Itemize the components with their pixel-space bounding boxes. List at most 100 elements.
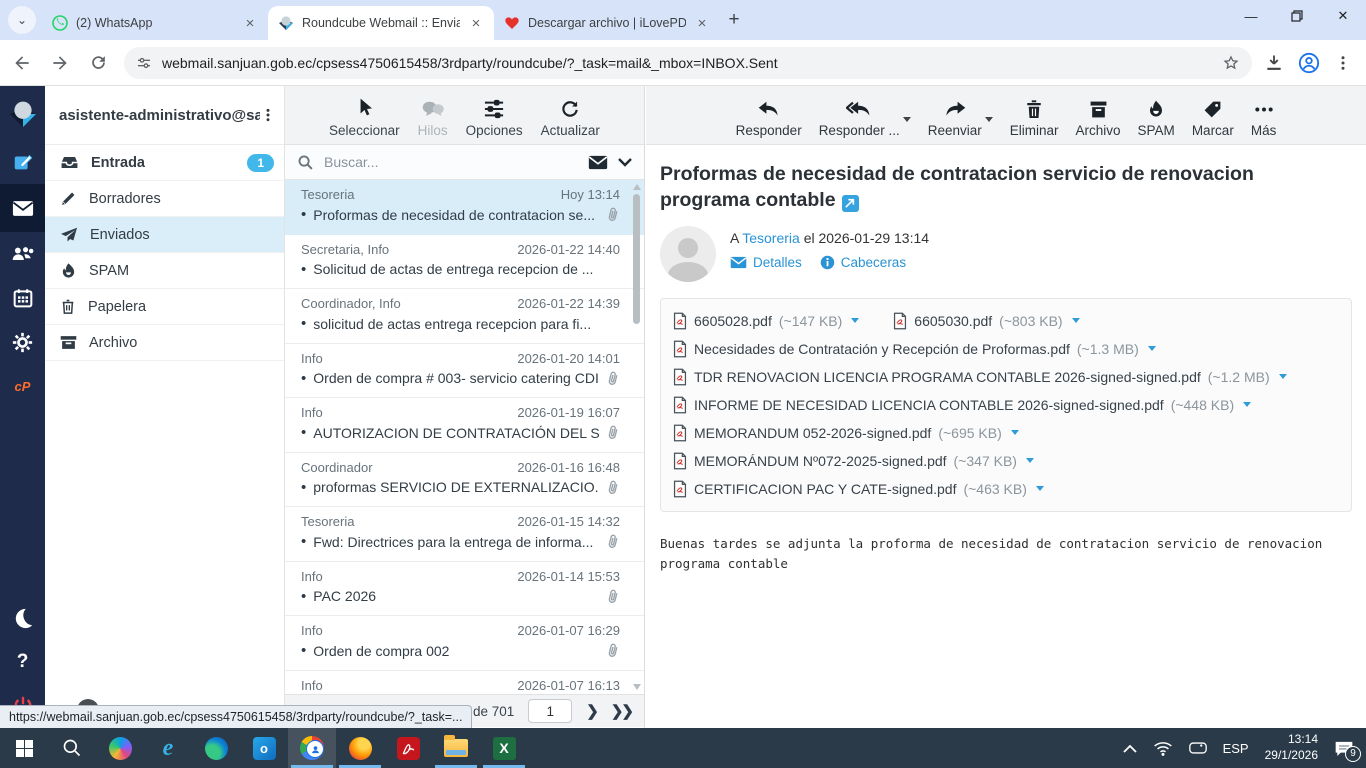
mail-nav-button[interactable] — [0, 184, 45, 232]
site-settings-icon[interactable] — [136, 55, 152, 71]
sidebar-item-enviados[interactable]: Enviados — [45, 217, 284, 253]
reload-button[interactable] — [82, 47, 114, 79]
reply-all-button[interactable]: Responder ... — [819, 100, 900, 138]
wifi-icon[interactable] — [1153, 741, 1173, 756]
attachment-item[interactable]: 6605030.pdf (~803 KB) — [893, 307, 1080, 335]
attachment-menu-caret[interactable] — [1243, 402, 1252, 408]
dark-mode-moon-icon[interactable] — [0, 596, 45, 640]
taskbar-search-button[interactable] — [48, 728, 96, 768]
profile-avatar-icon[interactable] — [1298, 52, 1320, 74]
headers-toggle[interactable]: Cabeceras — [820, 255, 906, 270]
taskbar-outlook[interactable]: o — [240, 728, 288, 768]
taskbar-acrobat[interactable] — [384, 728, 432, 768]
bookmark-star-icon[interactable] — [1222, 54, 1240, 72]
tab-search-button[interactable]: ⌄ — [8, 6, 36, 34]
sidebar-item-spam[interactable]: SPAM — [45, 253, 284, 289]
tab-close-icon[interactable]: × — [242, 15, 258, 32]
list-item[interactable]: Info 2026-01-14 15:53 • PAC 2026 — [285, 562, 644, 616]
window-minimize-button[interactable]: — — [1228, 0, 1274, 32]
mark-button[interactable]: Marcar — [1192, 100, 1234, 138]
list-item[interactable]: Tesoreria Hoy 13:14 • Proformas de neces… — [285, 180, 644, 235]
compose-button[interactable] — [0, 140, 45, 184]
spam-button[interactable]: SPAM — [1138, 99, 1175, 138]
taskbar-edge[interactable] — [192, 728, 240, 768]
back-button[interactable] — [6, 47, 38, 79]
list-item[interactable]: Coordinador, Info 2026-01-22 14:39 • sol… — [285, 289, 644, 344]
url-text[interactable]: webmail.sanjuan.gob.ec/cpsess4750615458/… — [162, 55, 1212, 71]
open-in-new-window-icon[interactable] — [841, 194, 859, 212]
downloads-icon[interactable] — [1264, 53, 1284, 73]
reply-all-menu-caret[interactable] — [902, 117, 911, 122]
tab-close-icon[interactable]: × — [694, 15, 710, 32]
forward-button[interactable]: Reenviar — [928, 100, 982, 138]
attachment-menu-caret[interactable] — [1025, 458, 1034, 464]
tray-chevron-up-icon[interactable] — [1122, 744, 1137, 753]
address-bar[interactable]: webmail.sanjuan.gob.ec/cpsess4750615458/… — [124, 46, 1252, 79]
attachment-menu-caret[interactable] — [1035, 486, 1044, 492]
tab-roundcube[interactable]: Roundcube Webmail :: Enviados × — [268, 6, 494, 40]
archive-button[interactable]: Archivo — [1076, 100, 1121, 138]
taskbar-chrome[interactable] — [288, 728, 336, 768]
settings-nav-button[interactable] — [0, 320, 45, 364]
attachment-menu-caret[interactable] — [1010, 430, 1019, 436]
forward-button[interactable] — [44, 47, 76, 79]
select-button[interactable]: Seleccionar — [329, 97, 400, 138]
sidebar-item-papelera[interactable]: Papelera — [45, 289, 284, 325]
attachment-item[interactable]: MEMORÁNDUM Nº072-2025-signed.pdf (~347 K… — [673, 447, 1034, 475]
recipient-link[interactable]: Tesoreria — [742, 230, 800, 246]
taskbar-copilot[interactable] — [96, 728, 144, 768]
forward-menu-caret[interactable] — [984, 117, 993, 122]
attachment-item[interactable]: INFORME DE NECESIDAD LICENCIA CONTABLE 2… — [673, 391, 1252, 419]
search-scope-mail-icon[interactable] — [588, 155, 608, 170]
tab-whatsapp[interactable]: (2) WhatsApp × — [42, 6, 268, 40]
sidebar-item-borradores[interactable]: Borradores — [45, 181, 284, 217]
list-item[interactable]: Coordinador 2026-01-16 16:48 • proformas… — [285, 453, 644, 507]
list-item[interactable]: Secretaria, Info 2026-01-22 14:40 • Soli… — [285, 235, 644, 289]
list-item[interactable]: Tesoreria 2026-01-15 14:32 • Fwd: Direct… — [285, 507, 644, 562]
attachment-menu-caret[interactable] — [1278, 374, 1287, 380]
attachment-item[interactable]: TDR RENOVACION LICENCIA PROGRAMA CONTABL… — [673, 363, 1287, 391]
last-page-icon[interactable]: ❯❯ — [611, 702, 634, 720]
list-item[interactable]: Info 2026-01-20 14:01 • Orden de compra … — [285, 344, 644, 398]
language-indicator[interactable]: ESP — [1223, 741, 1249, 756]
delete-button[interactable]: Eliminar — [1010, 99, 1059, 138]
options-button[interactable]: Opciones — [466, 99, 523, 138]
attachment-item[interactable]: 6605028.pdf (~147 KB) — [673, 307, 860, 335]
taskbar-clock[interactable]: 13:14 29/1/2026 — [1265, 732, 1318, 763]
attachment-item[interactable]: CERTIFICACION PAC Y CATE-signed.pdf (~46… — [673, 475, 1044, 503]
search-options-chevron-icon[interactable] — [618, 157, 632, 167]
account-menu-icon[interactable] — [260, 107, 276, 123]
more-button[interactable]: Más — [1251, 100, 1276, 138]
start-button[interactable] — [0, 728, 48, 768]
search-input[interactable] — [324, 154, 578, 170]
contacts-nav-button[interactable] — [0, 232, 45, 276]
attachment-menu-caret[interactable] — [1147, 346, 1156, 352]
new-tab-button[interactable]: + — [720, 6, 748, 34]
browser-menu-icon[interactable] — [1334, 54, 1352, 72]
list-scrollbar[interactable] — [631, 180, 643, 694]
taskbar-internet-explorer[interactable]: e — [144, 728, 192, 768]
list-item[interactable]: Info 2026-01-07 16:13 • — [285, 671, 644, 695]
attachment-item[interactable]: MEMORANDUM 052-2026-signed.pdf (~695 KB) — [673, 419, 1019, 447]
threads-button[interactable]: Hilos — [418, 99, 448, 138]
window-close-button[interactable]: ✕ — [1320, 0, 1366, 32]
next-page-icon[interactable]: ❯ — [586, 702, 599, 720]
taskbar-file-explorer[interactable] — [432, 728, 480, 768]
refresh-button[interactable]: Actualizar — [541, 99, 600, 138]
attachment-item[interactable]: Necesidades de Contratación y Recepción … — [673, 335, 1156, 363]
tab-ilovepdf[interactable]: Descargar archivo | iLovePDF × — [494, 6, 720, 40]
help-icon[interactable]: ? — [0, 640, 45, 684]
cpanel-icon[interactable]: cP — [0, 364, 45, 408]
list-item[interactable]: Info 2026-01-07 16:29 • Orden de compra … — [285, 616, 644, 671]
list-item[interactable]: Info 2026-01-19 16:07 • AUTORIZACION DE … — [285, 398, 644, 453]
details-toggle[interactable]: Detalles — [730, 255, 802, 270]
tab-close-icon[interactable]: × — [468, 15, 484, 32]
action-center-button[interactable]: 9 — [1334, 740, 1361, 762]
window-restore-button[interactable] — [1274, 0, 1320, 32]
attachment-menu-caret[interactable] — [851, 318, 860, 324]
tray-device-icon[interactable] — [1188, 741, 1207, 755]
attachment-menu-caret[interactable] — [1071, 318, 1080, 324]
sidebar-item-entrada[interactable]: Entrada 1 — [45, 145, 284, 181]
calendar-nav-button[interactable] — [0, 276, 45, 320]
sidebar-item-archivo[interactable]: Archivo — [45, 325, 284, 361]
